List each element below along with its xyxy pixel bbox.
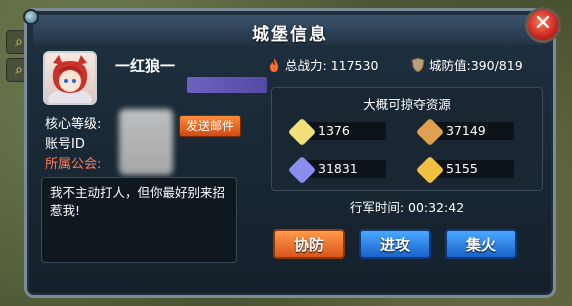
march-label: 行军时间: xyxy=(349,200,405,215)
resources-title: 大概可掠夺资源 xyxy=(363,97,451,112)
power-label: 总战力: xyxy=(285,58,327,73)
account-id-label: 账号ID xyxy=(45,137,85,152)
total-power: 总战力: 117530 xyxy=(267,55,378,74)
player-name-bar xyxy=(187,77,267,93)
send-mail-button[interactable]: 发送邮件 xyxy=(179,115,241,137)
corner-gem-icon xyxy=(23,9,39,25)
march-time: 行军时间: 00:32:42 xyxy=(271,197,543,216)
march-value: 00:32:42 xyxy=(408,200,465,215)
guild-label: 所属公会: xyxy=(45,157,102,172)
attack-button[interactable]: 进攻 xyxy=(359,229,431,259)
defense-number: 390/819 xyxy=(470,58,523,73)
rally-button[interactable]: 集火 xyxy=(445,229,517,259)
core-level-label: 核心等级: xyxy=(45,117,102,132)
shield-icon xyxy=(411,57,425,73)
assist-button[interactable]: 协防 xyxy=(273,229,345,259)
castle-info-panel: 城堡信息 ✕ 一红狼一 核心等级: 账号ID 所属公会: 发送邮件 我不主动打人… xyxy=(23,7,561,298)
defense-value: 城防值:390/819 xyxy=(411,55,523,74)
player-message: 我不主动打人，但你最好别来招惹我! xyxy=(41,177,237,263)
redacted-info xyxy=(119,109,173,175)
close-button[interactable]: ✕ xyxy=(525,7,561,43)
title-bar: 城堡信息 xyxy=(33,15,547,45)
player-name: 一红狼一 xyxy=(115,57,176,75)
avatar[interactable] xyxy=(43,51,97,105)
close-icon: ✕ xyxy=(533,11,553,36)
page-title: 城堡信息 xyxy=(252,25,328,45)
flame-icon xyxy=(270,58,278,72)
power-value: 117530 xyxy=(330,58,379,73)
resources-panel: 大概可掠夺资源 1376 37149 31831 5155 xyxy=(271,87,543,191)
resource-value: 5155 xyxy=(446,161,478,176)
resource-value: 1376 xyxy=(318,123,350,138)
resource-value: 31831 xyxy=(318,161,358,176)
resource-value: 37149 xyxy=(446,123,486,138)
defense-label: 城防值: xyxy=(429,58,471,73)
